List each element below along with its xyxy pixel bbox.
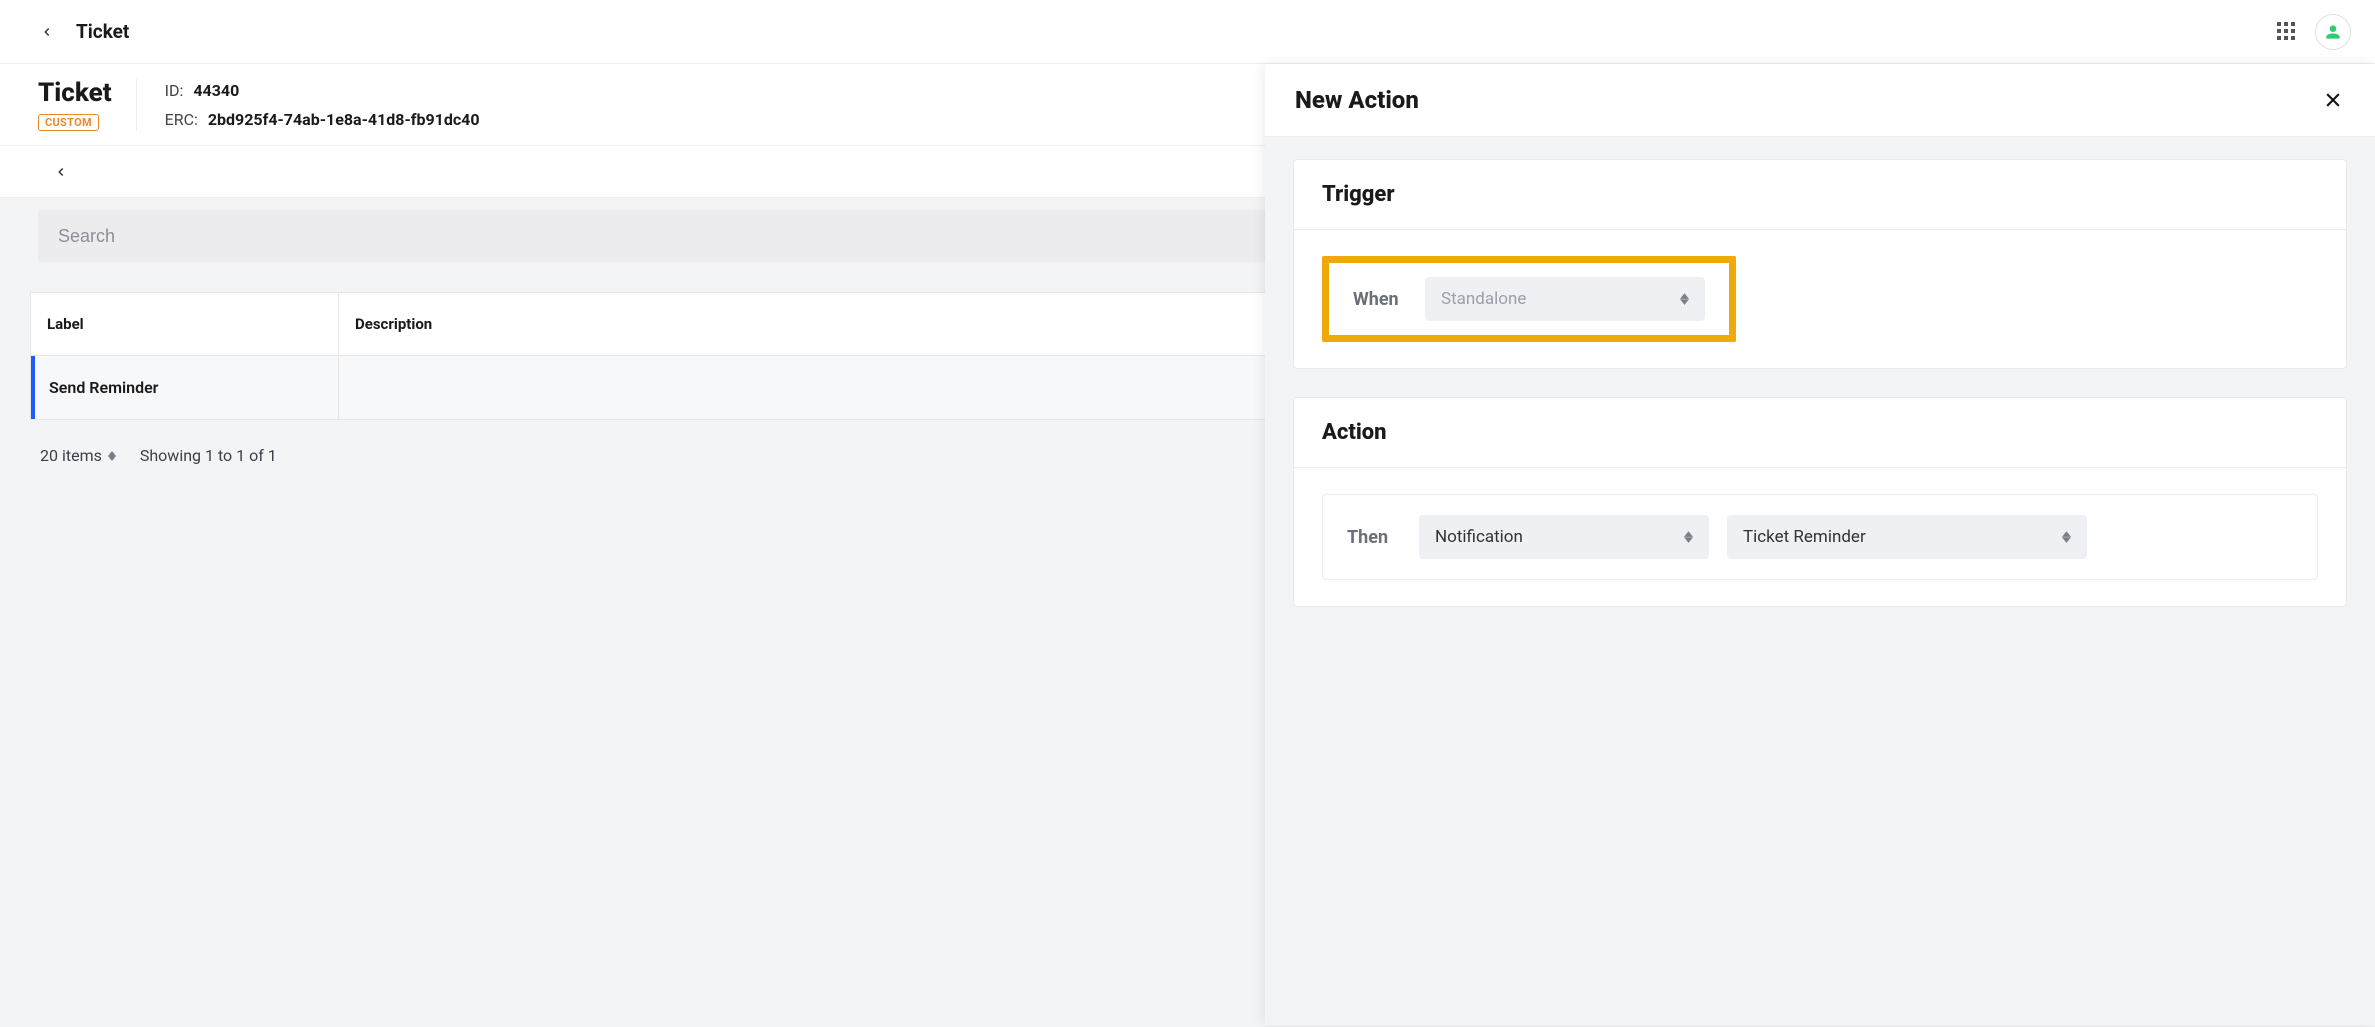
sort-caret-icon xyxy=(108,451,116,461)
meta-id-label: ID: xyxy=(165,81,184,100)
topbar-right xyxy=(2277,14,2351,50)
then-target-select[interactable]: Ticket Reminder xyxy=(1727,515,2087,559)
panel-body: Trigger When Standalone xyxy=(1265,137,2375,629)
then-type-select[interactable]: Notification xyxy=(1419,515,1709,559)
back-icon[interactable] xyxy=(38,23,56,41)
select-caret-icon xyxy=(1680,293,1689,305)
when-label: When xyxy=(1353,289,1407,310)
close-icon[interactable] xyxy=(2321,88,2345,112)
panel-title: New Action xyxy=(1295,86,1419,114)
topbar-left: Ticket xyxy=(38,20,129,43)
then-field-row: Then Notification Ticket Reminder xyxy=(1322,494,2318,580)
select-caret-icon xyxy=(1684,531,1693,543)
action-content: Then Notification Ticket Reminder xyxy=(1294,468,2346,606)
meta-erc-row: ERC: 2bd925f4-74ab-1e8a-41d8-fb91dc40 xyxy=(165,110,480,129)
page-size-label: 20 items xyxy=(40,446,102,465)
avatar[interactable] xyxy=(2315,14,2351,50)
custom-badge: CUSTOM xyxy=(38,114,99,131)
trigger-card: Trigger When Standalone xyxy=(1293,159,2347,369)
then-label: Then xyxy=(1347,527,1401,548)
topbar: Ticket xyxy=(0,0,2375,64)
page-title: Ticket xyxy=(76,20,129,43)
select-caret-icon xyxy=(2062,531,2071,543)
meta-erc-label: ERC: xyxy=(165,110,198,129)
when-select[interactable]: Standalone xyxy=(1425,277,1705,321)
td-label: Send Reminder xyxy=(35,356,339,419)
page-size-select[interactable]: 20 items xyxy=(40,446,116,465)
object-meta: ID: 44340 ERC: 2bd925f4-74ab-1e8a-41d8-f… xyxy=(165,81,480,129)
meta-id-value: 44340 xyxy=(193,81,239,100)
then-target-value: Ticket Reminder xyxy=(1743,527,1866,547)
when-field-row: When Standalone xyxy=(1329,263,1729,335)
object-header-left: Ticket CUSTOM xyxy=(38,78,137,131)
action-card: Action Then Notification Ticket Reminder xyxy=(1293,397,2347,607)
trigger-content: When Standalone xyxy=(1294,230,2346,368)
new-action-panel: New Action Trigger When Standalone xyxy=(1265,64,2375,1025)
table-footer: 20 items Showing 1 to 1 of 1 xyxy=(40,446,277,465)
panel-head: New Action xyxy=(1265,64,2375,137)
trigger-section-title: Trigger xyxy=(1294,160,2346,230)
meta-erc-value: 2bd925f4-74ab-1e8a-41d8-fb91dc40 xyxy=(208,110,480,129)
showing-text: Showing 1 to 1 of 1 xyxy=(140,446,277,465)
th-label[interactable]: Label xyxy=(31,293,339,355)
action-section-title: Action xyxy=(1294,398,2346,468)
apps-grid-icon[interactable] xyxy=(2277,22,2297,42)
meta-id-row: ID: 44340 xyxy=(165,81,480,100)
object-title: Ticket xyxy=(38,78,112,108)
then-type-value: Notification xyxy=(1435,527,1523,547)
when-select-value: Standalone xyxy=(1441,289,1526,309)
when-highlight: When Standalone xyxy=(1322,256,1736,342)
sub-back-icon[interactable] xyxy=(52,163,70,181)
